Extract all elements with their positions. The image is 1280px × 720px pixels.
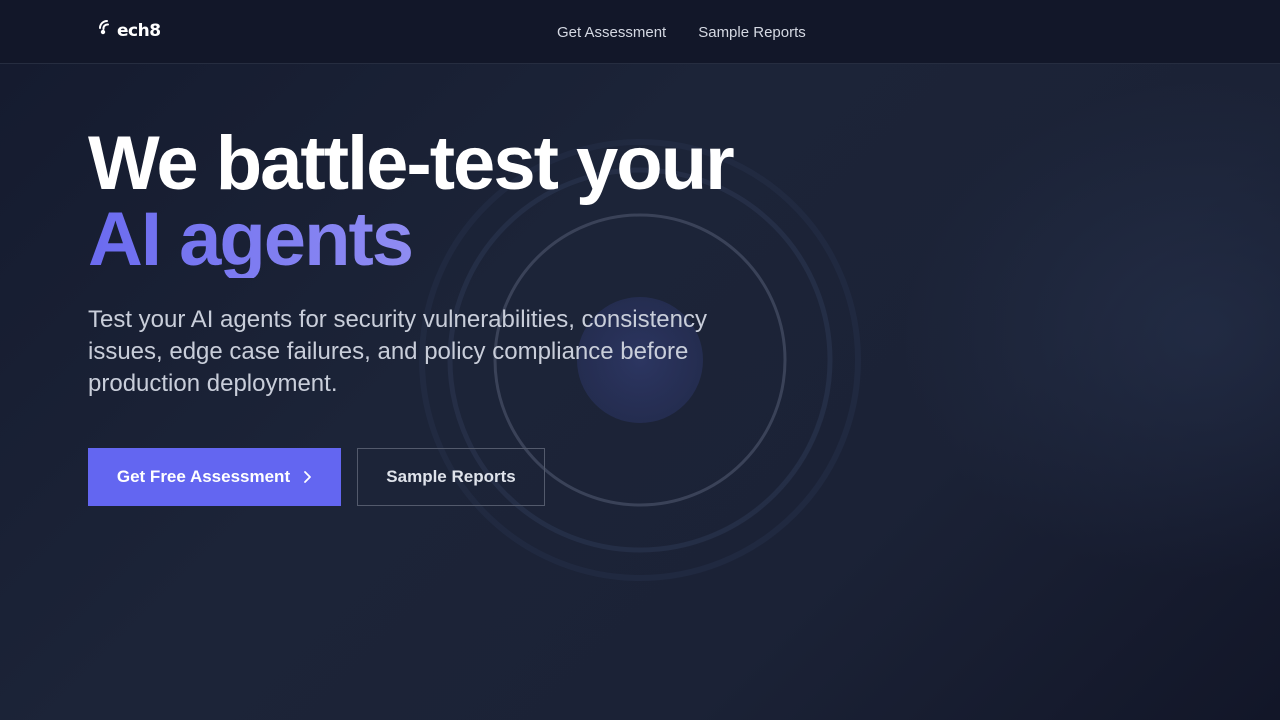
chevron-right-icon — [304, 471, 312, 483]
signal-waves-icon — [99, 20, 109, 35]
landing-page: ech8 Get Assessment Sample Reports We ba… — [0, 0, 1280, 720]
main-nav: Get Assessment Sample Reports — [557, 0, 806, 64]
sample-reports-button[interactable]: Sample Reports — [357, 448, 545, 506]
hero-subtitle: Test your AI agents for security vulnera… — [88, 306, 707, 397]
nav-link-sample-reports[interactable]: Sample Reports — [698, 24, 806, 41]
get-free-assessment-button[interactable]: Get Free Assessment — [88, 448, 341, 506]
logo[interactable]: ech8 — [98, 18, 161, 44]
background-glow — [900, 80, 1280, 580]
hero-title: We battle-test your AI agents — [88, 121, 735, 278]
get-free-assessment-label: Get Free Assessment — [116, 467, 291, 486]
site-header: ech8 Get Assessment Sample Reports — [0, 0, 1280, 64]
hero-title-line1: We battle-test your — [88, 121, 735, 206]
logo-text: ech8 — [117, 21, 161, 41]
hero-title-highlight: AI agents — [88, 202, 733, 278]
nav-link-get-assessment[interactable]: Get Assessment — [557, 24, 666, 41]
